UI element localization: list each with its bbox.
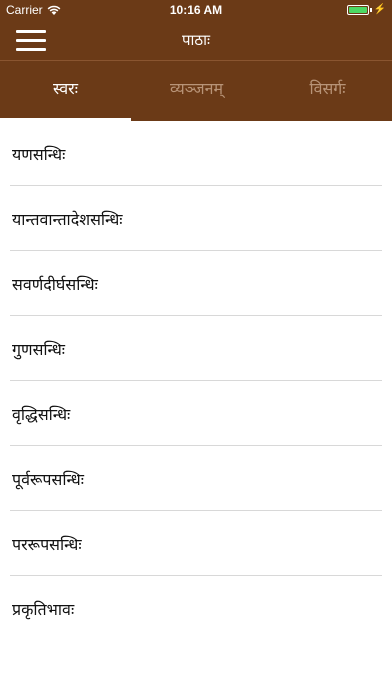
list-item-label: पूर्वरूपसन्धिः [12,470,84,489]
status-time: 10:16 AM [169,3,223,17]
list-item[interactable]: सवर्णदीर्घसन्धिः [0,251,392,316]
list-item-label: पररूपसन्धिः [12,535,82,554]
list-item-label: यणसन्धिः [12,145,66,164]
battery-tip [369,7,372,12]
menu-bar-line [16,39,46,42]
list-item-label: यान्तवान्तादेशसन्धिः [12,210,123,229]
list-item[interactable]: गुणसन्धिः [0,316,392,381]
page-title: पाठाः [181,31,211,49]
list-item[interactable]: प्रकृतिभावः [0,576,392,641]
lesson-list: यणसन्धिः यान्तवान्तादेशसन्धिः सवर्णदीर्घ… [0,121,392,641]
status-right: ⚡ [346,4,386,15]
battery-full-icon [346,4,369,15]
list-item-label: प्रकृतिभावः [12,600,75,619]
menu-bar-line [16,48,46,51]
tab-bar: स्वरः व्यञ्जनम् विसर्गः [0,61,392,121]
list-item[interactable]: वृद्धिसन्धिः [0,381,392,446]
list-item[interactable]: पररूपसन्धिः [0,511,392,576]
list-item-label: सवर्णदीर्घसन्धिः [12,275,98,294]
tab-vyanjanam[interactable]: व्यञ्जनम् [131,61,262,121]
battery-fill [348,6,367,13]
list-item[interactable]: यणसन्धिः [0,121,392,186]
menu-bar-line [16,30,46,33]
charging-bolt-icon: ⚡ [373,4,386,15]
list-item-label: वृद्धिसन्धिः [12,405,71,424]
list-item[interactable]: यान्तवान्तादेशसन्धिः [0,186,392,251]
status-bar: Carrier 10:16 AM ⚡ [0,0,392,20]
tab-visargah[interactable]: विसर्गः [262,61,392,121]
list-item[interactable]: पूर्वरूपसन्धिः [0,446,392,511]
list-item-label: गुणसन्धिः [12,340,66,359]
tab-swarah[interactable]: स्वरः [0,61,131,121]
hamburger-menu-icon[interactable] [16,27,46,53]
navigation-bar: पाठाः [0,20,392,60]
